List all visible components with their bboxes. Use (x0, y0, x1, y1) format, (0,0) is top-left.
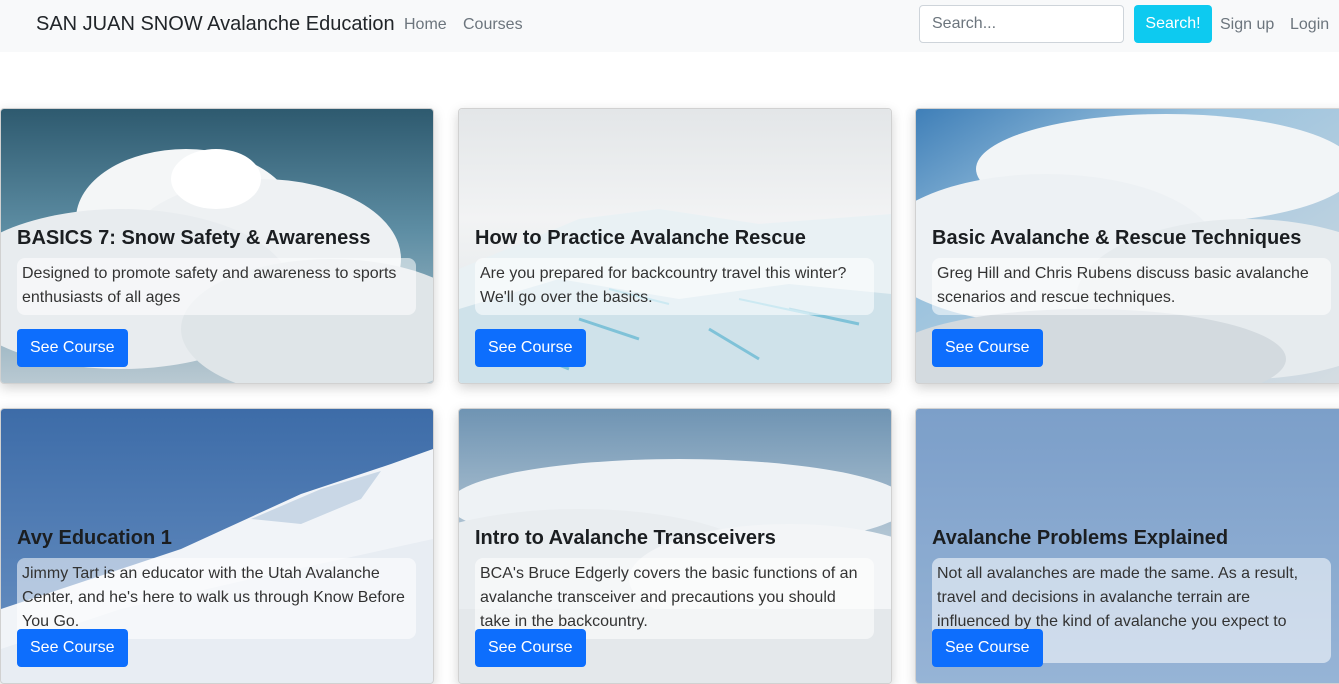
see-course-button[interactable]: See Course (17, 629, 128, 667)
card-text: Jimmy Tart is an educator with the Utah … (17, 558, 416, 639)
nav-link-signup[interactable]: Sign up (1220, 16, 1274, 34)
card-title: Avalanche Problems Explained (932, 527, 1229, 549)
see-course-button[interactable]: See Course (475, 329, 586, 367)
course-card: BASICS 7: Snow Safety & Awareness Design… (0, 108, 434, 384)
nav-link-home[interactable]: Home (404, 16, 447, 34)
course-card: Basic Avalanche & Rescue Techniques Greg… (915, 108, 1339, 384)
course-card: How to Practice Avalanche Rescue Are you… (458, 108, 892, 384)
see-course-button[interactable]: See Course (17, 329, 128, 367)
nav-link-login[interactable]: Login (1290, 16, 1329, 34)
card-title: Avy Education 1 (17, 527, 172, 549)
course-card: Avalanche Problems Explained Not all ava… (915, 408, 1339, 684)
course-card: Avy Education 1 Jimmy Tart is an educato… (0, 408, 434, 684)
card-title: Intro to Avalanche Transceivers (475, 527, 776, 549)
search-input[interactable] (919, 5, 1124, 43)
card-title: How to Practice Avalanche Rescue (475, 227, 806, 249)
search-button[interactable]: Search! (1134, 5, 1212, 43)
navbar: SAN JUAN SNOW Avalanche Education Home C… (0, 0, 1339, 52)
course-card: Intro to Avalanche Transceivers BCA's Br… (458, 408, 892, 684)
card-text: Are you prepared for backcountry travel … (475, 258, 874, 315)
see-course-button[interactable]: See Course (932, 329, 1043, 367)
card-text: Designed to promote safety and awareness… (17, 258, 416, 315)
see-course-button[interactable]: See Course (932, 629, 1043, 667)
card-text: Greg Hill and Chris Rubens discuss basic… (932, 258, 1331, 315)
brand-title[interactable]: SAN JUAN SNOW Avalanche Education (36, 13, 395, 36)
card-text: BCA's Bruce Edgerly covers the basic fun… (475, 558, 874, 639)
nav-link-courses[interactable]: Courses (463, 16, 523, 34)
card-title: BASICS 7: Snow Safety & Awareness (17, 227, 371, 249)
card-title: Basic Avalanche & Rescue Techniques (932, 227, 1302, 249)
see-course-button[interactable]: See Course (475, 629, 586, 667)
